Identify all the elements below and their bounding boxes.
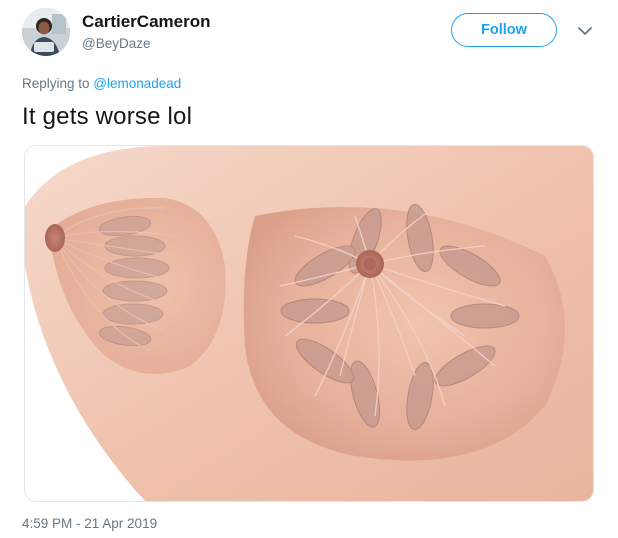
chevron-down-icon[interactable] <box>574 20 596 42</box>
author-name[interactable]: CartierCameron <box>82 12 211 32</box>
replying-to-label: Replying to <box>22 76 94 91</box>
anatomy-illustration <box>25 146 593 501</box>
avatar[interactable] <box>22 8 70 56</box>
author-handle[interactable]: @BeyDaze <box>82 36 150 51</box>
replying-to: Replying to @lemonadead <box>22 76 181 91</box>
follow-button[interactable]: Follow <box>451 13 557 47</box>
tweet-media-image[interactable] <box>24 145 594 502</box>
tweet-text: It gets worse lol <box>22 103 193 130</box>
avatar-image <box>22 8 70 56</box>
tweet-header: CartierCameron @BeyDaze Follow <box>0 0 618 70</box>
tweet-timestamp[interactable]: 4:59 PM - 21 Apr 2019 <box>22 516 157 531</box>
reply-mention-link[interactable]: @lemonadead <box>93 76 181 91</box>
